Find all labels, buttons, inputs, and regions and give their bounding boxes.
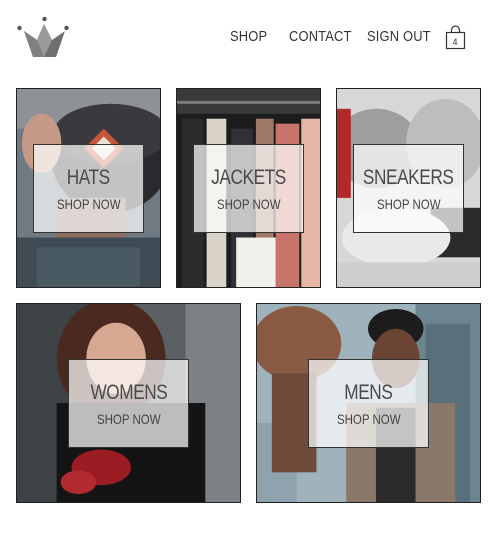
- nav-contact[interactable]: CONTACT: [289, 28, 352, 50]
- category-title: MENS: [344, 380, 393, 404]
- crown-icon[interactable]: [16, 16, 70, 60]
- header: SHOP CONTACT SIGN OUT 4: [0, 0, 496, 80]
- category-tile-womens[interactable]: WOMENS SHOP NOW: [16, 303, 241, 503]
- nav-shop[interactable]: SHOP: [230, 28, 267, 50]
- cart-button[interactable]: 4: [444, 25, 468, 51]
- shop-now-link[interactable]: SHOP NOW: [377, 197, 441, 211]
- category-label-sneakers: SNEAKERS SHOP NOW: [353, 144, 464, 233]
- category-label-womens: WOMENS SHOP NOW: [68, 359, 189, 448]
- category-label-mens: MENS SHOP NOW: [308, 359, 429, 448]
- category-title: JACKETS: [211, 165, 286, 189]
- category-tile-hats[interactable]: HATS SHOP NOW: [16, 88, 161, 288]
- category-title: WOMENS: [90, 380, 167, 404]
- cart-count: 4: [452, 37, 458, 47]
- shop-now-link[interactable]: SHOP NOW: [217, 197, 281, 211]
- category-title: SNEAKERS: [363, 165, 454, 189]
- nav-sign-out[interactable]: SIGN OUT: [367, 28, 431, 50]
- shop-now-link[interactable]: SHOP NOW: [97, 412, 161, 426]
- category-label-jackets: JACKETS SHOP NOW: [193, 144, 304, 233]
- category-label-hats: HATS SHOP NOW: [33, 144, 144, 233]
- shop-now-link[interactable]: SHOP NOW: [337, 412, 401, 426]
- category-tile-jackets[interactable]: JACKETS SHOP NOW: [176, 88, 321, 288]
- shop-now-link[interactable]: SHOP NOW: [57, 197, 121, 211]
- category-tile-sneakers[interactable]: SNEAKERS SHOP NOW: [336, 88, 481, 288]
- category-tile-mens[interactable]: MENS SHOP NOW: [256, 303, 481, 503]
- category-title: HATS: [66, 165, 110, 189]
